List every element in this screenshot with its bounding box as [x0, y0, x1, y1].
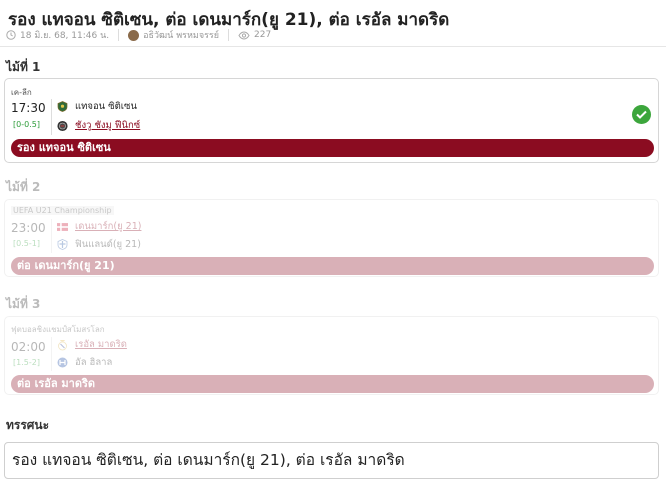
flag-denmark-icon: [57, 221, 68, 232]
team-name: ชังวู ชังมู ฟีนิกซ์: [75, 120, 141, 131]
eye-icon: [238, 30, 250, 40]
pick-selection: รอง แทจอน ซิติเซน: [11, 139, 654, 157]
al-hilal-crest-icon: [57, 357, 68, 368]
handicap: [0.5-1]: [13, 239, 40, 248]
match-time: 02:00: [11, 340, 46, 354]
team-name: ฟินแลนด์(ยู 21): [75, 239, 141, 250]
pick-1-label: ไม้ที่ 1: [6, 60, 41, 74]
pick-1-card[interactable]: เค-ลีก 17:30 [0-0.5] แทจอน ซิติเซน ชังวู…: [4, 78, 659, 163]
pick-3-card[interactable]: ฟุตบอลชิงแชมป์สโมสรโลก 02:00 [1.5-2] เรอ…: [4, 316, 659, 395]
away-team: อัล ฮิลาล: [57, 355, 112, 370]
check-icon: [632, 105, 651, 124]
team-name: เดนมาร์ก(ยู 21): [75, 221, 142, 232]
home-team[interactable]: เรอัล มาดริด: [57, 337, 127, 352]
header-divider: [0, 46, 666, 47]
match-time: 17:30: [11, 101, 46, 115]
pick-3-label: ไม้ที่ 3: [6, 297, 41, 311]
league-name: ฟุตบอลชิงแชมป์สโมสรโลก: [11, 325, 105, 334]
view-count: 227: [254, 30, 272, 40]
post-date: 18 มิ.ย. 68, 11:46 น.: [20, 31, 110, 41]
meta-divider: [118, 29, 120, 41]
team-name: เรอัล มาดริด: [75, 339, 127, 350]
team-crest-icon: [57, 120, 68, 131]
home-team: แทจอน ซิติเซน: [57, 99, 137, 114]
match-time: 23:00: [11, 221, 46, 235]
pick-selection: ต่อ เดนมาร์ก(ยู 21): [11, 257, 654, 275]
divider-line: [51, 99, 52, 135]
handicap: [0-0.5]: [13, 120, 40, 129]
pick-selection: ต่อ เรอัล มาดริด: [11, 375, 654, 393]
pick-2-label: ไม้ที่ 2: [6, 180, 41, 194]
team-name: แทจอน ซิติเซน: [75, 101, 137, 112]
article-meta: 18 มิ.ย. 68, 11:46 น. อธิวัฒน์ พรหมจรรย์…: [6, 28, 271, 42]
real-madrid-crest-icon: [57, 339, 68, 350]
home-team[interactable]: เดนมาร์ก(ยู 21): [57, 219, 141, 234]
meta-divider: [228, 29, 230, 41]
league-name: UEFA U21 Championship: [11, 206, 114, 215]
clock-icon: [6, 30, 16, 40]
divider-line: [51, 337, 52, 371]
divider-line: [51, 219, 52, 253]
verdict-label: ทรรศนะ: [6, 418, 50, 432]
flag-finland-icon: [57, 239, 68, 250]
team-name: อัล ฮิลาล: [75, 357, 113, 368]
away-team: ฟินแลนด์(ยู 21): [57, 237, 141, 252]
author-name[interactable]: อธิวัฒน์ พรหมจรรย์: [143, 28, 219, 42]
league-name: เค-ลีก: [11, 88, 32, 97]
handicap: [1.5-2]: [13, 358, 40, 367]
away-team[interactable]: ชังวู ชังมู ฟีนิกซ์: [57, 118, 140, 133]
team-crest-icon: [57, 101, 68, 112]
pick-2-card[interactable]: UEFA U21 Championship 23:00 [0.5-1] เดนม…: [4, 199, 659, 277]
verdict-summary: รอง แทจอน ซิติเซน, ต่อ เดนมาร์ก(ยู 21), …: [4, 442, 659, 479]
author-avatar: [128, 29, 140, 41]
